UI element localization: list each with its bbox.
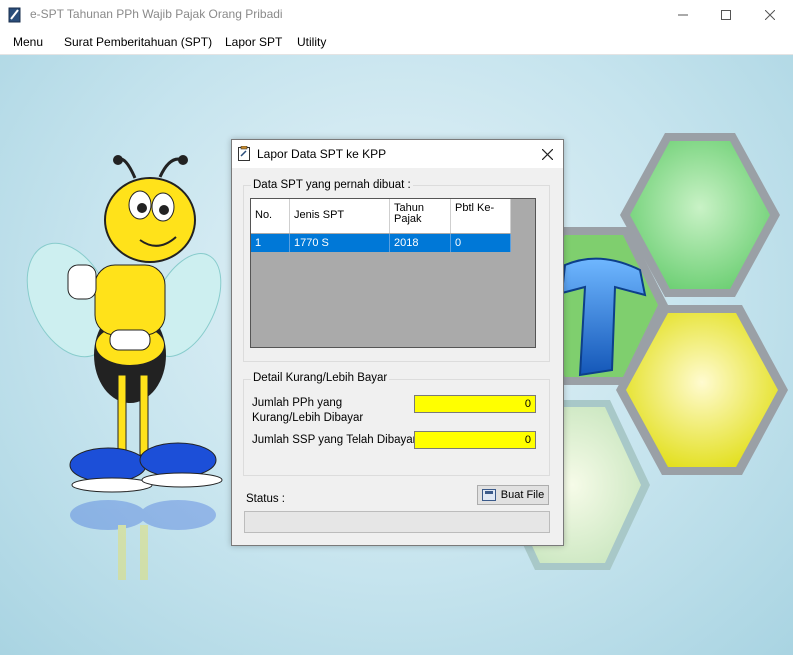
cell-pbtl-ke: 0 (451, 234, 511, 252)
kurang-lebih-field[interactable]: 0 (414, 395, 536, 413)
status-progress-bar (244, 511, 550, 533)
menu-item-lapor-spt[interactable]: Lapor SPT (225, 35, 282, 49)
menu-item-spt[interactable]: Surat Pemberitahuan (SPT) (64, 35, 212, 49)
lapor-spt-dialog: Lapor Data SPT ke KPP Data SPT yang pern… (231, 139, 564, 546)
column-header-jenis-spt[interactable]: Jenis SPT (290, 199, 390, 233)
kurang-lebih-label: Jumlah PPh yang Kurang/Lebih Dibayar (252, 397, 364, 424)
close-icon (765, 10, 775, 20)
table-header: No. Jenis SPT Tahun Pajak Pbtl Ke- (251, 199, 511, 233)
dialog-close-button[interactable] (535, 143, 559, 165)
minimize-icon (678, 14, 688, 16)
table-row[interactable]: 1 1770 S 2018 0 (251, 234, 511, 252)
maximize-button[interactable] (703, 0, 749, 30)
status-label: Status : (246, 493, 285, 505)
menu-item-utility[interactable]: Utility (297, 35, 326, 49)
buat-file-button[interactable]: Buat File (477, 485, 549, 505)
close-icon (541, 148, 553, 160)
dialog-title: Lapor Data SPT ke KPP (257, 147, 387, 161)
dialog-titlebar: Lapor Data SPT ke KPP (232, 140, 563, 168)
window-titlebar: e-SPT Tahunan PPh Wajib Pajak Orang Prib… (0, 0, 793, 30)
detail-group (243, 379, 550, 476)
spt-table[interactable]: No. Jenis SPT Tahun Pajak Pbtl Ke- 1 177… (250, 198, 536, 348)
menu-item-menu[interactable]: Menu (13, 35, 43, 49)
cell-no: 1 (251, 234, 290, 252)
save-file-icon (481, 489, 496, 501)
clipboard-icon (238, 146, 250, 161)
buat-file-label: Buat File (500, 489, 545, 501)
bee-mascot (26, 155, 223, 580)
spt-group-label: Data SPT yang pernah dibuat : (251, 179, 413, 191)
minimize-button[interactable] (660, 0, 706, 30)
cell-tahun-pajak: 2018 (390, 234, 451, 252)
menu-bar: Menu Surat Pemberitahuan (SPT) Lapor SPT… (0, 30, 793, 55)
column-header-no[interactable]: No. (251, 199, 290, 233)
app-icon (8, 7, 21, 23)
ssp-field[interactable]: 0 (414, 431, 536, 449)
cell-jenis-spt: 1770 S (290, 234, 390, 252)
close-button[interactable] (747, 0, 793, 30)
column-header-pbtl-ke[interactable]: Pbtl Ke- (451, 199, 511, 233)
ssp-label: Jumlah SSP yang Telah Dibayar (252, 434, 417, 446)
maximize-icon (721, 10, 731, 20)
detail-group-label: Detail Kurang/Lebih Bayar (251, 372, 390, 384)
window-title: e-SPT Tahunan PPh Wajib Pajak Orang Prib… (30, 7, 283, 21)
column-header-tahun-pajak[interactable]: Tahun Pajak (390, 199, 451, 233)
